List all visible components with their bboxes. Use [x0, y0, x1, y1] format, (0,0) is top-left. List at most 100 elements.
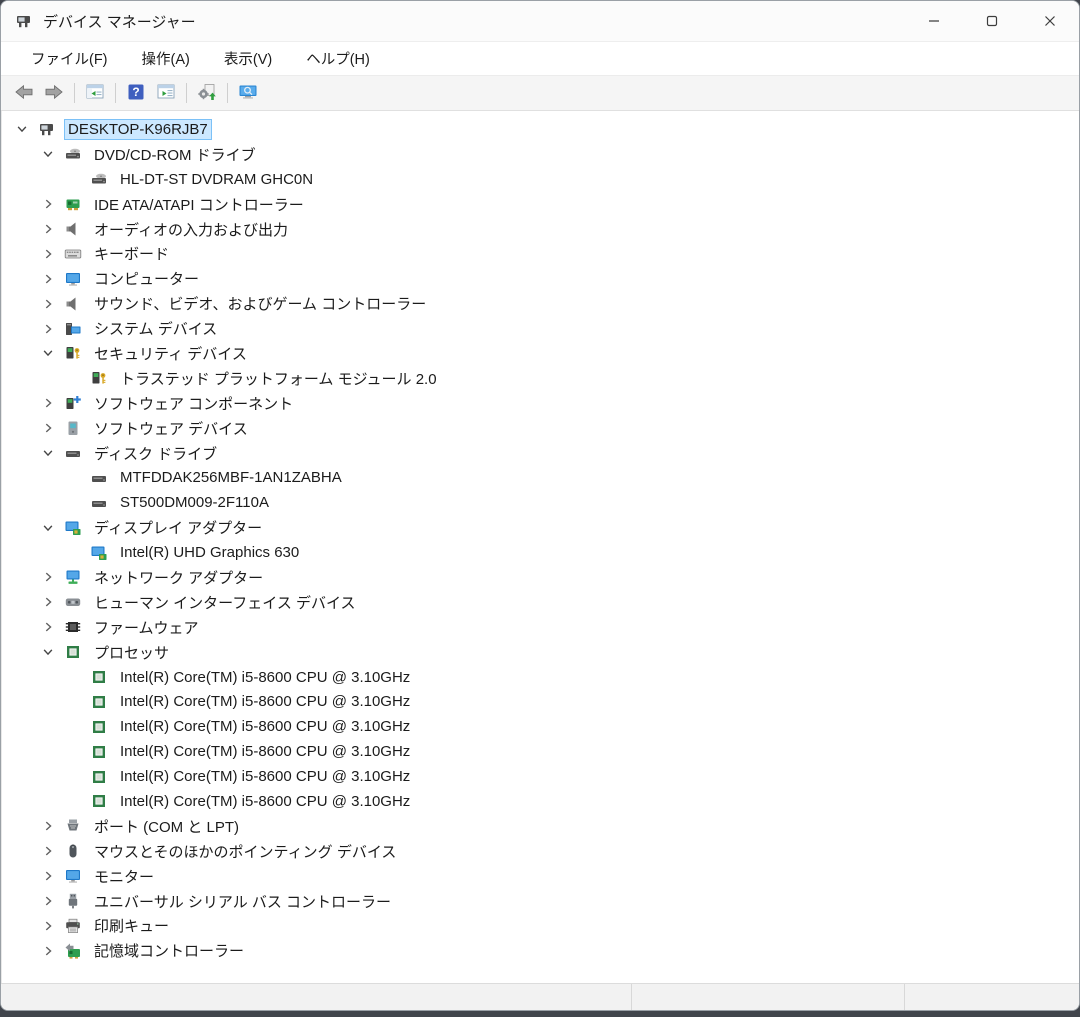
chevron-collapsed-icon[interactable]	[40, 271, 56, 287]
back-button[interactable]	[9, 79, 39, 107]
tree-item[interactable]: モニター	[2, 864, 1079, 889]
tree-item[interactable]: ファームウェア	[2, 615, 1079, 640]
tree-item[interactable]: ヒューマン インターフェイス デバイス	[2, 590, 1079, 615]
firmware-chip-icon	[64, 618, 82, 636]
chevron-expanded-icon[interactable]	[40, 520, 56, 536]
tree-item-label: Intel(R) UHD Graphics 630	[120, 544, 300, 562]
audio-icon	[64, 220, 82, 238]
chevron-collapsed-icon[interactable]	[40, 321, 56, 337]
chevron-collapsed-icon[interactable]	[40, 619, 56, 635]
tree-item[interactable]: DESKTOP-K96RJB7	[2, 117, 1079, 142]
hid-device-icon	[64, 593, 82, 611]
menu-file[interactable]: ファイル(F)	[21, 44, 118, 73]
processor-icon	[90, 743, 108, 761]
tree-item[interactable]: ST500DM009-2F110A	[2, 490, 1079, 515]
tree-item[interactable]: プロセッサ	[2, 640, 1079, 665]
chevron-collapsed-icon[interactable]	[40, 196, 56, 212]
tree-item[interactable]: 印刷キュー	[2, 914, 1079, 939]
tree-item[interactable]: セキュリティ デバイス	[2, 341, 1079, 366]
close-button[interactable]	[1021, 1, 1079, 41]
properties-button[interactable]	[151, 79, 181, 107]
toolbar-divider	[227, 83, 228, 103]
chevron-collapsed-icon[interactable]	[40, 943, 56, 959]
mouse-icon	[64, 842, 82, 860]
scan-hardware-changes-button[interactable]	[192, 79, 222, 107]
chevron-collapsed-icon[interactable]	[40, 843, 56, 859]
tree-item[interactable]: マウスとそのほかのポインティング デバイス	[2, 839, 1079, 864]
software-component-icon	[64, 394, 82, 412]
remote-computer-button[interactable]	[233, 79, 263, 107]
help-button[interactable]: ?	[121, 79, 151, 107]
toolbar-divider	[115, 83, 116, 103]
tree-item[interactable]: Intel(R) Core(TM) i5-8600 CPU @ 3.10GHz	[2, 739, 1079, 764]
tree-item[interactable]: Intel(R) Core(TM) i5-8600 CPU @ 3.10GHz	[2, 764, 1079, 789]
tree-item[interactable]: ポート (COM と LPT)	[2, 814, 1079, 839]
show-console-tree-button[interactable]	[80, 79, 110, 107]
tree-item-label: プロセッサ	[94, 644, 170, 662]
menu-view[interactable]: 表示(V)	[214, 44, 282, 73]
tree-item[interactable]: ディスプレイ アダプター	[2, 515, 1079, 540]
network-adapter-icon	[64, 568, 82, 586]
tree-item[interactable]: ユニバーサル シリアル バス コントローラー	[2, 889, 1079, 914]
minimize-button[interactable]	[905, 1, 963, 41]
svg-text:?: ?	[132, 85, 139, 99]
keyboard-icon	[64, 245, 82, 263]
chevron-collapsed-icon[interactable]	[40, 420, 56, 436]
chevron-collapsed-icon[interactable]	[40, 296, 56, 312]
tree-item[interactable]: ネットワーク アダプター	[2, 565, 1079, 590]
chevron-collapsed-icon[interactable]	[40, 594, 56, 610]
tree-item[interactable]: ソフトウェア デバイス	[2, 416, 1079, 441]
titlebar[interactable]: デバイス マネージャー	[1, 1, 1079, 41]
tree-item[interactable]: Intel(R) UHD Graphics 630	[2, 540, 1079, 565]
chevron-collapsed-icon[interactable]	[40, 868, 56, 884]
chevron-expanded-icon[interactable]	[40, 146, 56, 162]
menu-help[interactable]: ヘルプ(H)	[296, 44, 380, 73]
tree-item[interactable]: DVD/CD-ROM ドライブ	[2, 142, 1079, 167]
tree-item[interactable]: MTFDDAK256MBF-1AN1ZABHA	[2, 465, 1079, 490]
chevron-collapsed-icon[interactable]	[40, 569, 56, 585]
tree-item-label: Intel(R) Core(TM) i5-8600 CPU @ 3.10GHz	[120, 743, 411, 761]
chevron-expanded-icon[interactable]	[40, 644, 56, 660]
menubar: ファイル(F) 操作(A) 表示(V) ヘルプ(H)	[1, 41, 1079, 75]
toolbar-divider	[74, 83, 75, 103]
audio-icon	[64, 295, 82, 313]
tree-item[interactable]: キーボード	[2, 241, 1079, 266]
tree-item[interactable]: サウンド、ビデオ、およびゲーム コントローラー	[2, 291, 1079, 316]
tree-item[interactable]: オーディオの入力および出力	[2, 217, 1079, 242]
maximize-button[interactable]	[963, 1, 1021, 41]
tree-item-label: セキュリティ デバイス	[94, 345, 247, 363]
tree-item[interactable]: Intel(R) Core(TM) i5-8600 CPU @ 3.10GHz	[2, 665, 1079, 690]
chevron-collapsed-icon[interactable]	[40, 395, 56, 411]
tree-item[interactable]: コンピューター	[2, 266, 1079, 291]
menu-action[interactable]: 操作(A)	[132, 44, 200, 73]
tree-item[interactable]: トラステッド プラットフォーム モジュール 2.0	[2, 366, 1079, 391]
tree-item[interactable]: ソフトウェア コンポーネント	[2, 391, 1079, 416]
tree-item-label: Intel(R) Core(TM) i5-8600 CPU @ 3.10GHz	[120, 768, 411, 786]
tree-item[interactable]: Intel(R) Core(TM) i5-8600 CPU @ 3.10GHz	[2, 789, 1079, 814]
tree-item[interactable]: HL-DT-ST DVDRAM GHC0N	[2, 167, 1079, 192]
chevron-collapsed-icon[interactable]	[40, 221, 56, 237]
tree-item-label: キーボード	[94, 246, 170, 264]
tree-item[interactable]: システム デバイス	[2, 316, 1079, 341]
chevron-collapsed-icon[interactable]	[40, 818, 56, 834]
chevron-collapsed-icon[interactable]	[40, 918, 56, 934]
chevron-collapsed-icon[interactable]	[40, 246, 56, 262]
cd-drive-icon	[64, 145, 82, 163]
chevron-expanded-icon[interactable]	[40, 445, 56, 461]
forward-button[interactable]	[39, 79, 69, 107]
processor-icon	[90, 768, 108, 786]
chevron-expanded-icon[interactable]	[14, 121, 30, 137]
tree-item[interactable]: Intel(R) Core(TM) i5-8600 CPU @ 3.10GHz	[2, 689, 1079, 714]
tree-item[interactable]: Intel(R) Core(TM) i5-8600 CPU @ 3.10GHz	[2, 714, 1079, 739]
chevron-expanded-icon[interactable]	[40, 345, 56, 361]
tree-item-label: MTFDDAK256MBF-1AN1ZABHA	[120, 469, 342, 487]
tree-item[interactable]: IDE ATA/ATAPI コントローラー	[2, 192, 1079, 217]
tree-item-label: サウンド、ビデオ、およびゲーム コントローラー	[94, 296, 427, 314]
chevron-collapsed-icon[interactable]	[40, 893, 56, 909]
tree-item[interactable]: ディスク ドライブ	[2, 441, 1079, 466]
tree-item[interactable]: 記憶域コントローラー	[2, 938, 1079, 963]
close-icon	[1045, 16, 1055, 26]
